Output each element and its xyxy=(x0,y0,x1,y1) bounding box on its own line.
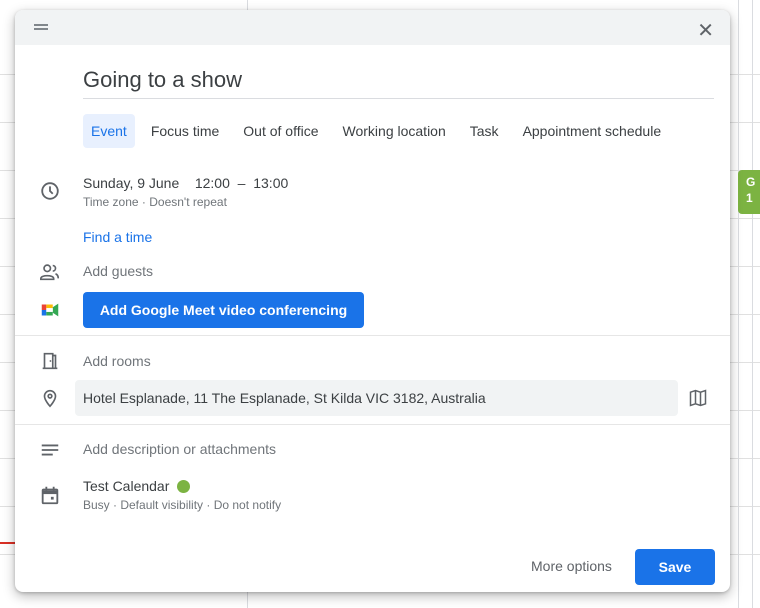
event-datetime[interactable]: Sunday, 9 June 12:00 – 13:00 xyxy=(83,175,288,191)
event-title-input[interactable]: Going to a show xyxy=(83,67,714,99)
event-date[interactable]: Sunday, 9 June xyxy=(83,175,179,191)
tab-out-of-office[interactable]: Out of office xyxy=(235,114,326,148)
drag-handle-icon[interactable] xyxy=(34,24,48,30)
tab-working-location[interactable]: Working location xyxy=(335,114,454,148)
add-google-meet-button[interactable]: Add Google Meet video conferencing xyxy=(83,292,364,328)
description-icon xyxy=(41,444,59,456)
tab-task[interactable]: Task xyxy=(462,114,507,148)
location-input[interactable]: Hotel Esplanade, 11 The Esplanade, St Ki… xyxy=(75,380,678,416)
time-options[interactable]: Time zone · Doesn't repeat xyxy=(83,195,227,209)
room-door-icon xyxy=(42,352,58,370)
description-input[interactable]: Add description or attachments xyxy=(83,441,276,457)
close-icon[interactable]: ✕ xyxy=(697,18,714,43)
location-pin-icon xyxy=(43,389,57,408)
divider xyxy=(15,335,730,336)
current-time-indicator xyxy=(0,542,16,544)
end-time[interactable]: 13:00 xyxy=(253,175,288,191)
more-options-button[interactable]: More options xyxy=(531,558,612,574)
google-meet-icon xyxy=(41,303,59,317)
quick-event-dialog: ✕ Going to a show Event Focus time Out o… xyxy=(15,10,730,592)
save-button[interactable]: Save xyxy=(635,549,715,585)
dialog-header: ✕ xyxy=(15,10,730,45)
start-time[interactable]: 12:00 xyxy=(195,175,230,191)
calendar-event-chip[interactable]: G1 xyxy=(738,170,760,214)
add-guests-input[interactable]: Add guests xyxy=(83,263,153,279)
calendar-icon xyxy=(41,486,59,505)
clock-icon xyxy=(41,182,59,200)
find-a-time-link[interactable]: Find a time xyxy=(83,229,152,245)
calendar-selector[interactable]: Test Calendar xyxy=(83,478,191,494)
tab-event[interactable]: Event xyxy=(83,114,135,148)
map-icon[interactable] xyxy=(688,388,708,408)
divider xyxy=(15,424,730,425)
event-type-tabs: Event Focus time Out of office Working l… xyxy=(83,114,677,148)
tab-focus-time[interactable]: Focus time xyxy=(143,114,227,148)
add-rooms-input[interactable]: Add rooms xyxy=(83,353,151,369)
tab-appointment-schedule[interactable]: Appointment schedule xyxy=(515,114,670,148)
calendar-color-dot xyxy=(177,480,191,493)
guests-icon xyxy=(40,264,60,281)
calendar-options[interactable]: Busy · Default visibility · Do not notif… xyxy=(83,498,281,512)
